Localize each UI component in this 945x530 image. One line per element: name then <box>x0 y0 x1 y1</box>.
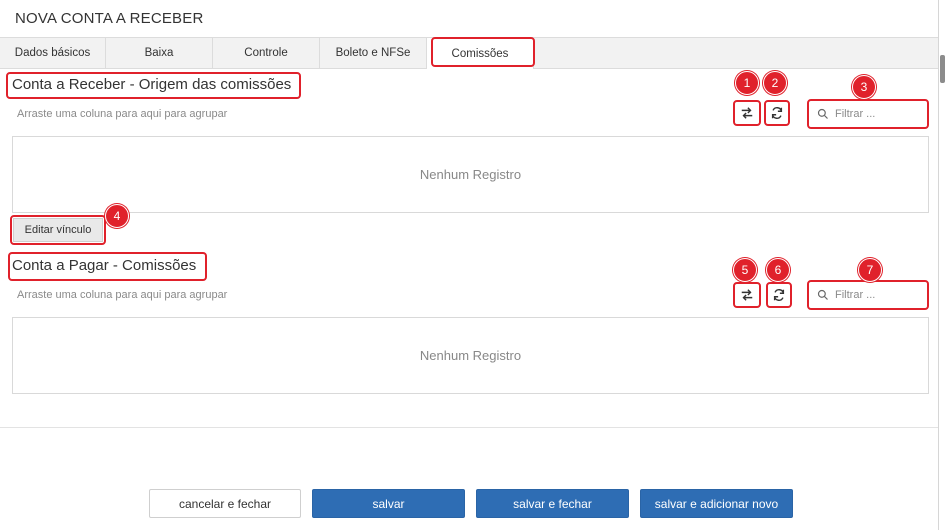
window-title: NOVA CONTA A RECEBER <box>15 10 204 27</box>
refresh-icon <box>771 107 783 119</box>
section1-empty-text: Nenhum Registro <box>419 167 522 182</box>
annotation-badge-5: 5 <box>733 258 757 282</box>
save-add-new-button[interactable]: salvar e adicionar novo <box>640 489 793 518</box>
annotation-badge-2: 2 <box>763 71 787 95</box>
annotation-badge-4: 4 <box>105 204 129 228</box>
section1-grid: Nenhum Registro <box>12 136 929 213</box>
annotation-badge-1: 1 <box>735 71 759 95</box>
section1-group-hint: Arraste uma coluna para aqui para agrupa… <box>17 108 228 120</box>
annotation-highlight-tab <box>431 37 535 67</box>
section2-filter-input[interactable] <box>835 289 915 301</box>
section2-swap-button[interactable] <box>733 282 761 308</box>
tab-boleto-nfse[interactable]: Boleto e NFSe <box>320 38 427 68</box>
section2-refresh-button[interactable] <box>766 282 792 308</box>
scrollbar-thumb[interactable] <box>940 55 945 83</box>
section2-filter[interactable] <box>807 280 929 310</box>
section1-filter-input[interactable] <box>835 108 915 120</box>
section2-grid: Nenhum Registro <box>12 317 929 394</box>
section1-filter[interactable] <box>807 99 929 129</box>
save-close-button[interactable]: salvar e fechar <box>476 489 629 518</box>
annotation-highlight-section1-title <box>6 72 301 99</box>
annotation-highlight-edit-button <box>10 215 106 245</box>
section1-refresh-button[interactable] <box>764 100 790 126</box>
annotation-badge-3: 3 <box>852 75 876 99</box>
search-icon <box>817 108 828 119</box>
window-border <box>938 0 939 530</box>
refresh-icon <box>773 289 785 301</box>
annotation-badge-7: 7 <box>858 258 882 282</box>
search-icon <box>817 289 828 300</box>
swap-arrows-icon <box>741 289 753 301</box>
swap-arrows-icon <box>741 107 753 119</box>
section2-empty-text: Nenhum Registro <box>419 348 522 363</box>
annotation-highlight-section2-title <box>8 252 207 281</box>
title-bar: NOVA CONTA A RECEBER <box>0 0 938 37</box>
section1-swap-button[interactable] <box>733 100 761 126</box>
section2-group-hint: Arraste uma coluna para aqui para agrupa… <box>17 289 228 301</box>
cancel-close-button[interactable]: cancelar e fechar <box>149 489 301 518</box>
footer-divider <box>0 427 938 428</box>
save-button[interactable]: salvar <box>312 489 465 518</box>
tab-dados-basicos[interactable]: Dados básicos <box>0 38 106 68</box>
annotation-badge-6: 6 <box>766 258 790 282</box>
tab-controle[interactable]: Controle <box>213 38 320 68</box>
tab-baixa[interactable]: Baixa <box>106 38 213 68</box>
